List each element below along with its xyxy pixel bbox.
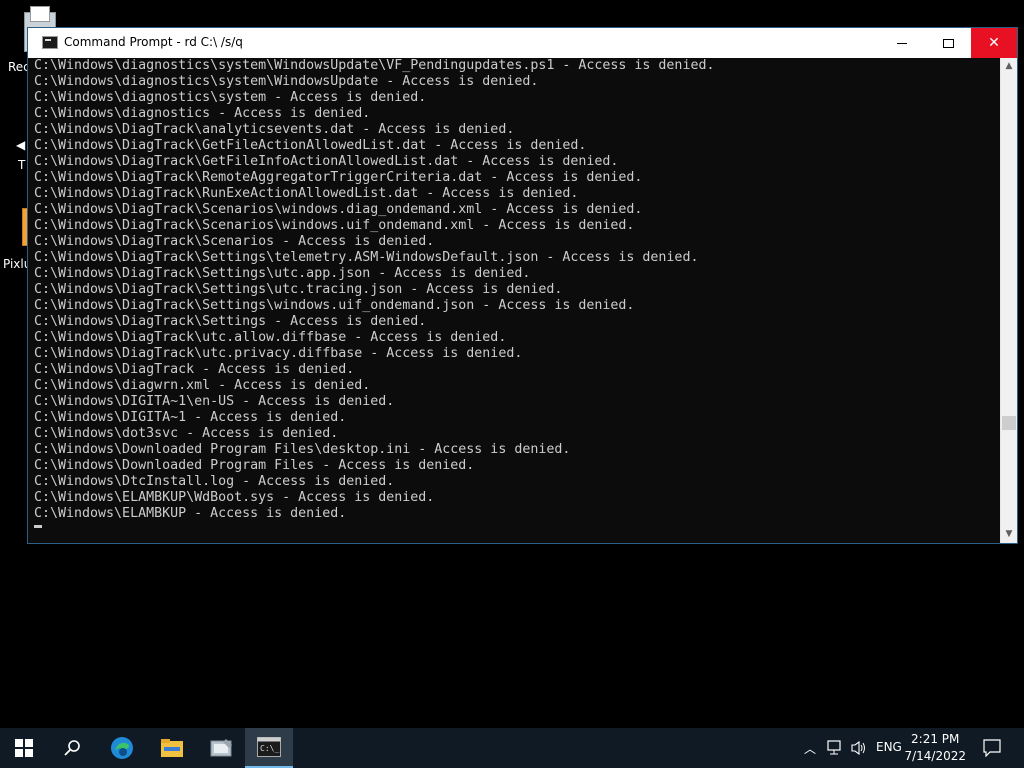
console-line: C:\Windows\DiagTrack\utc.privacy.diffbas… xyxy=(34,346,523,361)
shortcut-arrow-icon: ◀ xyxy=(16,138,26,152)
console-line: C:\Windows\dot3svc - Access is denied. xyxy=(34,426,339,441)
command-prompt-taskbar-button[interactable]: C:\_ xyxy=(245,728,293,768)
console-line: C:\Windows\DIGITA~1 - Access is denied. xyxy=(34,410,347,425)
console-line: C:\Windows\Downloaded Program Files - Ac… xyxy=(34,458,475,473)
console-line: C:\Windows\DiagTrack\GetFileInfoActionAl… xyxy=(34,154,619,169)
tool-taskbar-button[interactable] xyxy=(198,728,246,768)
console-line: C:\Windows\diagwrn.xml - Access is denie… xyxy=(34,378,371,393)
close-icon: ✕ xyxy=(988,35,1000,51)
network-icon[interactable] xyxy=(826,740,844,756)
console-output[interactable]: C:\Windows\diagnostics\system\WindowsUpd… xyxy=(28,58,1000,543)
show-hidden-icons-chevron-icon[interactable]: ︿ xyxy=(804,740,816,757)
console-line: C:\Windows\ELAMBKUP - Access is denied. xyxy=(34,506,347,521)
window-title: Command Prompt - rd C:\ /s/q xyxy=(64,35,243,49)
scroll-up-arrow-icon[interactable]: ▲ xyxy=(1001,58,1017,75)
minimize-button[interactable] xyxy=(879,28,925,58)
tool-icon xyxy=(210,739,232,757)
cmd-icon xyxy=(42,36,58,49)
maximize-icon xyxy=(942,38,954,48)
desktop-icon-label-t: T xyxy=(18,158,26,172)
command-prompt-window: Command Prompt - rd C:\ /s/q ✕ C:\Window… xyxy=(27,27,1018,544)
text-cursor xyxy=(34,525,42,528)
notification-icon[interactable] xyxy=(983,739,1001,757)
console-line: C:\Windows\DiagTrack\Settings\telemetry.… xyxy=(34,250,699,265)
clock[interactable]: 2:21 PM 7/14/2022 xyxy=(904,731,966,765)
volume-icon[interactable] xyxy=(850,740,868,756)
start-button[interactable] xyxy=(0,728,48,768)
console-line: C:\Windows\ELAMBKUP\WdBoot.sys - Access … xyxy=(34,490,435,505)
windows-logo-icon xyxy=(15,739,33,757)
console-line: C:\Windows\DiagTrack\GetFileActionAllowe… xyxy=(34,138,587,153)
console-line: C:\Windows\DiagTrack\RemoteAggregatorTri… xyxy=(34,170,643,185)
close-button[interactable]: ✕ xyxy=(971,28,1017,58)
edge-icon xyxy=(111,737,133,759)
search-icon xyxy=(64,740,80,756)
file-explorer-taskbar-button[interactable] xyxy=(148,728,196,768)
console-line: C:\Windows\DiagTrack\utc.allow.diffbase … xyxy=(34,330,507,345)
console-line: C:\Windows\DiagTrack\Scenarios\windows.d… xyxy=(34,202,643,217)
scrollbar-thumb[interactable] xyxy=(1002,416,1016,430)
input-language-indicator[interactable]: ENG xyxy=(876,740,902,754)
console-line: C:\Windows\DiagTrack\analyticsevents.dat… xyxy=(34,122,515,137)
scroll-down-arrow-icon[interactable]: ▼ xyxy=(1001,526,1017,543)
console-line: C:\Windows\DiagTrack\RunExeActionAllowed… xyxy=(34,186,579,201)
svg-text:C:\_: C:\_ xyxy=(260,744,279,753)
maximize-button[interactable] xyxy=(925,28,971,58)
console-line: C:\Windows\DiagTrack\Scenarios\windows.u… xyxy=(34,218,635,233)
title-bar[interactable]: Command Prompt - rd C:\ /s/q ✕ xyxy=(28,28,1017,58)
clock-date: 7/14/2022 xyxy=(904,749,966,763)
console-line: C:\Windows\DtcInstall.log - Access is de… xyxy=(34,474,395,489)
clock-time: 2:21 PM xyxy=(911,732,960,746)
console-line: C:\Windows\DiagTrack\Settings\utc.app.js… xyxy=(34,266,531,281)
edge-taskbar-button[interactable] xyxy=(98,728,146,768)
console-line: C:\Windows\DiagTrack - Access is denied. xyxy=(34,362,355,377)
console-line: C:\Windows\DiagTrack\Scenarios - Access … xyxy=(34,234,435,249)
vertical-scrollbar[interactable]: ▲ ▼ xyxy=(1000,58,1017,543)
console-line: C:\Windows\DiagTrack\Settings\utc.tracin… xyxy=(34,282,563,297)
console-line: C:\Windows\Downloaded Program Files\desk… xyxy=(34,442,571,457)
console-line: C:\Windows\diagnostics\system\WindowsUpd… xyxy=(34,74,539,89)
cmd-icon: C:\_ xyxy=(257,737,281,757)
minimize-icon xyxy=(897,42,907,44)
taskbar: C:\_ ︿ ENG 2:21 PM 7/14/2022 xyxy=(0,728,1024,768)
console-line: C:\Windows\DIGITA~1\en-US - Access is de… xyxy=(34,394,395,409)
folder-icon xyxy=(161,739,183,757)
console-line: C:\Windows\diagnostics - Access is denie… xyxy=(34,106,371,121)
console-line: C:\Windows\DiagTrack\Settings - Access i… xyxy=(34,314,427,329)
console-line: C:\Windows\DiagTrack\Settings\windows.ui… xyxy=(34,298,635,313)
console-line: C:\Windows\diagnostics\system - Access i… xyxy=(34,90,427,105)
search-button[interactable] xyxy=(48,728,96,768)
console-line: C:\Windows\diagnostics\system\WindowsUpd… xyxy=(34,58,715,73)
